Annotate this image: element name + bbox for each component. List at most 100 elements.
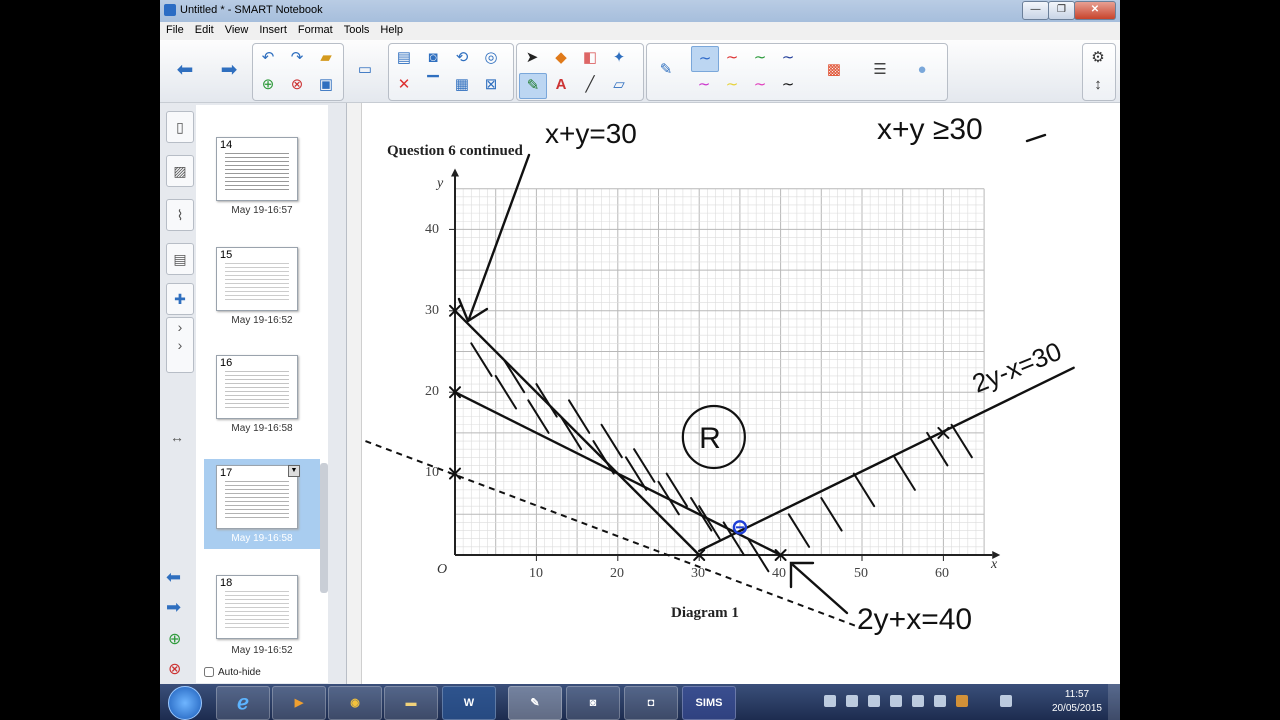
show-desktop-button[interactable]: [1108, 684, 1120, 720]
update-tray-icon[interactable]: [912, 695, 924, 707]
sidebar-delete-page-icon[interactable]: ⊗: [168, 659, 181, 679]
paste-icon[interactable]: ▤: [391, 46, 417, 70]
autohide-toggle[interactable]: [204, 667, 214, 678]
smart-notebook-window: Untitled * - SMART Notebook — ❐ ✕ File Ed…: [160, 0, 1120, 684]
flag-tray-icon[interactable]: [824, 695, 836, 707]
document-camera-icon[interactable]: ◎: [478, 46, 504, 70]
rotate-icon[interactable]: ⟲: [449, 46, 475, 70]
gear-icon[interactable]: ⚙: [1085, 46, 1111, 70]
volume-tray-icon[interactable]: [1000, 695, 1012, 707]
shapes-icon[interactable]: ◆: [548, 46, 574, 70]
display-tray-icon[interactable]: [890, 695, 902, 707]
menu-file[interactable]: File: [160, 22, 189, 36]
previous-page-icon[interactable]: ⬅: [172, 58, 198, 82]
menu-format[interactable]: Format: [292, 22, 338, 36]
pens-icon[interactable]: ✎: [519, 73, 547, 99]
network-tray-icon[interactable]: [846, 695, 858, 707]
open-icon[interactable]: ▰: [313, 46, 339, 70]
expand-sidebar-icon[interactable]: › ›: [166, 317, 194, 373]
notebook-taskbar-icon[interactable]: ✎: [508, 686, 562, 720]
minimize-button[interactable]: —: [1022, 1, 1049, 20]
shade-icon[interactable]: ▔: [420, 73, 446, 97]
edit-tool-group: ↶ ↷ ▰ ⊕ ⊗ ▣: [252, 43, 344, 101]
page-thumbnail-selected[interactable]: 17 ▼ May 19-16:58: [204, 459, 320, 549]
color-palette-icon[interactable]: ▩: [821, 58, 847, 82]
media-taskbar-icon[interactable]: ▶: [272, 686, 326, 720]
page-thumbnail[interactable]: 15 May 19-16:52: [204, 243, 320, 333]
menu-view[interactable]: View: [219, 22, 254, 36]
autohide-label: Auto-hide: [218, 667, 261, 678]
page-thumbnail[interactable]: 16 May 19-16:58: [204, 351, 320, 441]
graph-canvas[interactable]: Question 6 continued Diagram 1 O x y 10 …: [347, 103, 1120, 684]
clock[interactable]: 11:57 20/05/2015: [1052, 688, 1102, 716]
usb-tray-icon[interactable]: [934, 695, 946, 707]
pen-style-green[interactable]: ∼: [747, 46, 773, 70]
magic-pen-icon[interactable]: ✦: [606, 46, 632, 70]
sidebar: ▯ ▨ ⌇ ▤ ✚ › › ↔ ⬅ ➡ ⊕ ⊗ 14 May 19-16:57 1…: [160, 103, 347, 684]
attachments-tab-icon[interactable]: ⌇: [166, 199, 194, 231]
camera-taskbar-icon[interactable]: ◘: [624, 686, 678, 720]
pen-style-magenta[interactable]: ∼: [691, 73, 717, 97]
app-tray-icon[interactable]: [956, 695, 968, 707]
pen-style-blue[interactable]: ∼: [691, 46, 719, 72]
menu-edit[interactable]: Edit: [189, 22, 219, 36]
fill-icon[interactable]: ▱: [606, 73, 632, 97]
page-thumbnail[interactable]: 14 May 19-16:57: [204, 133, 320, 223]
pen-icon[interactable]: ✎: [653, 58, 679, 82]
settings-group: ⚙ ↕: [1082, 43, 1116, 101]
sidebar-add-page-icon[interactable]: ⊕: [168, 629, 181, 649]
menu-help[interactable]: Help: [374, 22, 408, 36]
add-page-icon[interactable]: ⊕: [255, 73, 281, 97]
redo-icon[interactable]: ↷: [284, 46, 310, 70]
security-tray-icon[interactable]: [868, 695, 880, 707]
next-page-icon[interactable]: ➡: [216, 58, 242, 82]
screen-shade-icon[interactable]: ▭: [352, 58, 378, 82]
whiteboard-page[interactable]: Question 6 continued Diagram 1 O x y 10 …: [347, 103, 1120, 684]
select-icon[interactable]: ➤: [519, 46, 545, 70]
fullscreen-icon[interactable]: ⊠: [478, 73, 504, 97]
move-toolbar-icon[interactable]: ↕: [1085, 73, 1111, 97]
page-thumbnail[interactable]: 18 May 19-16:52: [204, 571, 320, 661]
pen-style-navy[interactable]: ∼: [775, 46, 801, 70]
properties-tab-icon[interactable]: ▤: [166, 243, 194, 275]
ie-taskbar-icon[interactable]: ℯ: [216, 686, 270, 720]
gallery-tab-icon[interactable]: ▨: [166, 155, 194, 187]
menu-insert[interactable]: Insert: [253, 22, 292, 36]
addons-tab-icon[interactable]: ✚: [166, 283, 194, 315]
word-taskbar-icon[interactable]: W: [442, 686, 496, 720]
sims-taskbar-button[interactable]: SIMS: [682, 686, 736, 720]
document-camera-taskbar-icon[interactable]: ◙: [566, 686, 620, 720]
menu-tools[interactable]: Tools: [338, 22, 375, 36]
page-sorter-tab-icon[interactable]: ▯: [166, 111, 194, 143]
sidebar-next-page-icon[interactable]: ➡: [166, 597, 181, 618]
delete-icon[interactable]: ✕: [391, 73, 417, 97]
close-button[interactable]: ✕: [1074, 1, 1116, 20]
start-button[interactable]: [168, 686, 202, 720]
eraser-icon[interactable]: ◧: [577, 46, 603, 70]
maximize-button[interactable]: ❐: [1048, 1, 1075, 20]
line-style-icon[interactable]: ☰: [867, 58, 893, 82]
chrome-taskbar-icon[interactable]: ◉: [328, 686, 382, 720]
table-icon[interactable]: ▦: [449, 73, 475, 97]
transparency-icon[interactable]: ●: [909, 58, 935, 82]
explorer-taskbar-icon[interactable]: ▬: [384, 686, 438, 720]
pen-style-yellow[interactable]: ∼: [719, 73, 745, 97]
line-icon[interactable]: ╱: [577, 73, 603, 97]
undo-icon[interactable]: ↶: [255, 46, 281, 70]
thumbnail-menu-icon[interactable]: ▼: [288, 465, 300, 477]
pen-style-black[interactable]: ∼: [775, 73, 801, 97]
camera-icon[interactable]: ◙: [420, 46, 446, 70]
sorter-scrollbar[interactable]: [320, 463, 328, 593]
autohide-checkbox[interactable]: Auto-hide: [204, 667, 261, 678]
text-icon[interactable]: A: [548, 73, 574, 97]
y-tick-40: 40: [425, 222, 439, 237]
menu-bar: File Edit View Insert Format Tools Help: [160, 22, 1120, 40]
sidebar-prev-page-icon[interactable]: ⬅: [166, 567, 181, 588]
x-tick-40: 40: [772, 566, 786, 581]
save-icon[interactable]: ▣: [313, 73, 339, 97]
delete-page-icon[interactable]: ⊗: [284, 73, 310, 97]
window-title: Untitled * - SMART Notebook: [180, 4, 323, 16]
pen-style-red[interactable]: ∼: [719, 46, 745, 70]
resize-sidebar-icon[interactable]: ↔: [170, 429, 184, 445]
pen-style-pink[interactable]: ∼: [747, 73, 773, 97]
